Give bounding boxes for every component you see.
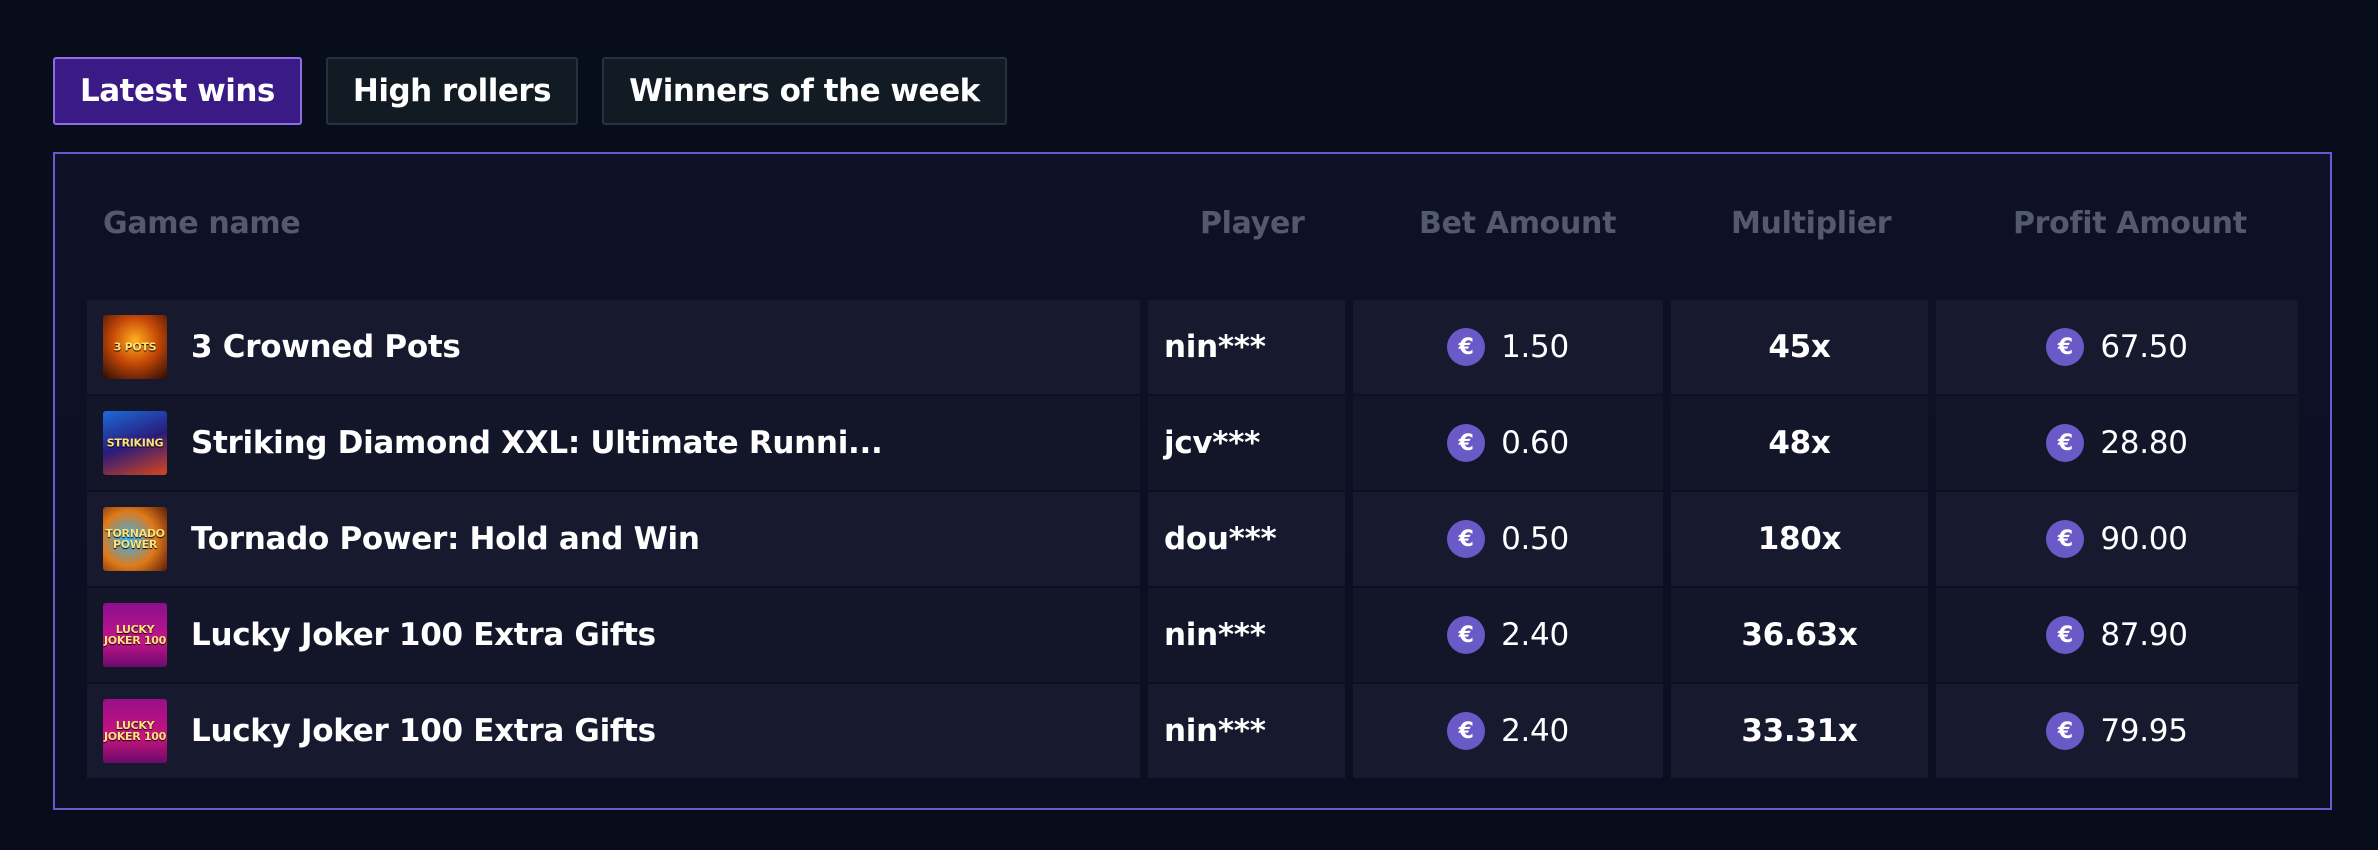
profit-amount: 28.80 [2100, 425, 2188, 461]
profit-cell: € 90.00 [1936, 492, 2298, 586]
euro-coin-icon: € [2046, 616, 2085, 654]
player-cell: dou*** [1148, 492, 1345, 586]
thumbnail-label: LUCKY JOKER 100 [103, 719, 167, 743]
tab-high-rollers[interactable]: High rollers [325, 57, 579, 125]
multiplier-cell: 45x [1671, 300, 1928, 394]
profit-cell: € 87.90 [1936, 588, 2298, 682]
thumbnail-label: 3 POTS [113, 340, 157, 354]
player-name: nin*** [1164, 329, 1266, 365]
multiplier-value: 45x [1768, 329, 1831, 365]
euro-coin-icon: € [1447, 520, 1486, 558]
table-header: Game name Player Bet Amount Multiplier P… [55, 154, 2330, 304]
euro-coin-icon: € [2046, 424, 2085, 462]
player-name: jcv*** [1164, 425, 1261, 461]
euro-coin-icon: € [2046, 328, 2085, 366]
bet-cell: € 2.40 [1353, 588, 1663, 682]
euro-coin-icon: € [1447, 712, 1486, 750]
bet-amount: 2.40 [1501, 713, 1569, 749]
header-multiplier: Multiplier [1731, 206, 1892, 241]
game-name[interactable]: 3 Crowned Pots [191, 329, 461, 365]
bet-amount: 0.50 [1501, 521, 1569, 557]
profit-amount: 67.50 [2100, 329, 2188, 365]
player-cell: nin*** [1148, 300, 1345, 394]
multiplier-cell: 36.63x [1671, 588, 1928, 682]
game-thumbnail[interactable]: STRIKING [103, 411, 167, 475]
player-name: dou*** [1164, 521, 1277, 557]
wins-tabs: Latest wins High rollers Winners of the … [53, 57, 1007, 125]
game-cell[interactable]: STRIKING Striking Diamond XXL: Ultimate … [87, 396, 1140, 490]
thumbnail-label: TORNADO POWER [105, 527, 165, 551]
multiplier-value: 48x [1768, 425, 1831, 461]
thumbnail-label: STRIKING [106, 436, 164, 450]
game-name[interactable]: Striking Diamond XXL: Ultimate Runni... [191, 425, 883, 461]
bet-cell: € 0.50 [1353, 492, 1663, 586]
thumbnail-label: LUCKY JOKER 100 [103, 623, 167, 647]
player-name: nin*** [1164, 713, 1266, 749]
game-name[interactable]: Tornado Power: Hold and Win [191, 521, 700, 557]
player-cell: nin*** [1148, 588, 1345, 682]
euro-coin-icon: € [2046, 520, 2085, 558]
profit-cell: € 79.95 [1936, 684, 2298, 778]
player-name: nin*** [1164, 617, 1266, 653]
game-cell[interactable]: LUCKY JOKER 100 Lucky Joker 100 Extra Gi… [87, 684, 1140, 778]
bet-cell: € 2.40 [1353, 684, 1663, 778]
euro-coin-icon: € [1447, 616, 1486, 654]
game-name[interactable]: Lucky Joker 100 Extra Gifts [191, 617, 656, 653]
game-cell[interactable]: 3 POTS 3 Crowned Pots [87, 300, 1140, 394]
multiplier-value: 36.63x [1741, 617, 1858, 653]
tab-latest-wins[interactable]: Latest wins [53, 57, 302, 125]
game-name[interactable]: Lucky Joker 100 Extra Gifts [191, 713, 656, 749]
bet-cell: € 0.60 [1353, 396, 1663, 490]
multiplier-cell: 33.31x [1671, 684, 1928, 778]
bet-amount: 2.40 [1501, 617, 1569, 653]
game-thumbnail[interactable]: LUCKY JOKER 100 [103, 603, 167, 667]
player-cell: jcv*** [1148, 396, 1345, 490]
player-cell: nin*** [1148, 684, 1345, 778]
game-thumbnail[interactable]: 3 POTS [103, 315, 167, 379]
profit-cell: € 67.50 [1936, 300, 2298, 394]
header-bet-amount: Bet Amount [1419, 206, 1617, 241]
game-cell[interactable]: LUCKY JOKER 100 Lucky Joker 100 Extra Gi… [87, 588, 1140, 682]
bet-amount: 0.60 [1501, 425, 1569, 461]
game-thumbnail[interactable]: TORNADO POWER [103, 507, 167, 571]
header-profit-amount: Profit Amount [2013, 206, 2247, 241]
tab-winners-of-the-week[interactable]: Winners of the week [602, 57, 1007, 125]
profit-amount: 79.95 [2100, 713, 2188, 749]
profit-amount: 90.00 [2100, 521, 2188, 557]
profit-amount: 87.90 [2100, 617, 2188, 653]
header-game-name: Game name [103, 206, 301, 241]
multiplier-cell: 180x [1671, 492, 1928, 586]
euro-coin-icon: € [1447, 328, 1486, 366]
header-player: Player [1200, 206, 1305, 241]
wins-table: Game name Player Bet Amount Multiplier P… [53, 152, 2332, 810]
multiplier-cell: 48x [1671, 396, 1928, 490]
euro-coin-icon: € [1447, 424, 1486, 462]
game-thumbnail[interactable]: LUCKY JOKER 100 [103, 699, 167, 763]
game-cell[interactable]: TORNADO POWER Tornado Power: Hold and Wi… [87, 492, 1140, 586]
multiplier-value: 180x [1757, 521, 1842, 557]
multiplier-value: 33.31x [1741, 713, 1858, 749]
bet-cell: € 1.50 [1353, 300, 1663, 394]
euro-coin-icon: € [2046, 712, 2085, 750]
profit-cell: € 28.80 [1936, 396, 2298, 490]
bet-amount: 1.50 [1501, 329, 1569, 365]
